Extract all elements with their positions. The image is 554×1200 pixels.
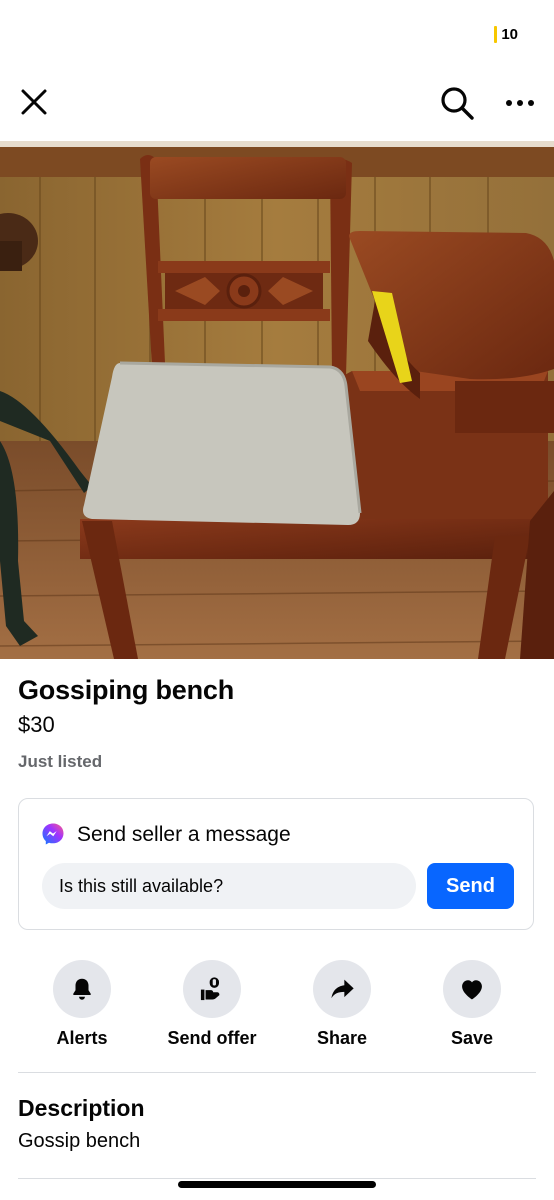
listing-time: Just listed	[18, 752, 103, 771]
send-offer-label: Send offer	[167, 1028, 257, 1048]
messenger-icon	[42, 823, 64, 845]
alerts-button[interactable]	[53, 960, 111, 1018]
share-icon	[331, 979, 354, 999]
top-bar	[0, 74, 554, 134]
save-button[interactable]	[443, 960, 501, 1018]
listing-photo[interactable]	[0, 141, 554, 659]
battery-level: 10	[501, 26, 518, 43]
description-heading: Description	[18, 1095, 145, 1121]
close-icon[interactable]	[18, 86, 50, 118]
send-button[interactable]: Send	[427, 863, 514, 909]
offer-icon	[200, 977, 220, 1001]
share-label: Share	[316, 1028, 368, 1048]
message-input[interactable]: Is this still available?	[42, 863, 416, 909]
share-button[interactable]	[313, 960, 371, 1018]
battery-icon	[494, 26, 498, 43]
description-text: Gossip bench	[18, 1130, 141, 1152]
message-title: Send seller a message	[77, 823, 291, 846]
battery-indicator: 10	[494, 26, 518, 43]
bench-image	[0, 141, 554, 659]
share-action[interactable]: Share	[277, 960, 407, 1049]
send-offer-action[interactable]: Send offer	[147, 960, 277, 1049]
action-bar: Alerts Send offer Share Save	[0, 960, 554, 1055]
bell-icon	[73, 978, 91, 1000]
search-icon[interactable]	[438, 84, 476, 122]
send-offer-button[interactable]	[183, 960, 241, 1018]
listing-price: $30	[18, 712, 55, 737]
message-card: Send seller a message Is this still avai…	[18, 798, 534, 930]
save-action[interactable]: Save	[407, 960, 537, 1049]
more-icon[interactable]	[503, 91, 537, 115]
status-bar: 10	[0, 0, 554, 70]
heart-icon	[462, 980, 482, 1000]
divider	[18, 1072, 536, 1073]
home-indicator[interactable]	[178, 1181, 376, 1188]
alerts-label: Alerts	[56, 1028, 108, 1048]
alerts-action[interactable]: Alerts	[17, 960, 147, 1049]
save-label: Save	[450, 1028, 494, 1048]
divider	[18, 1178, 536, 1179]
listing-title: Gossiping bench	[18, 675, 235, 705]
